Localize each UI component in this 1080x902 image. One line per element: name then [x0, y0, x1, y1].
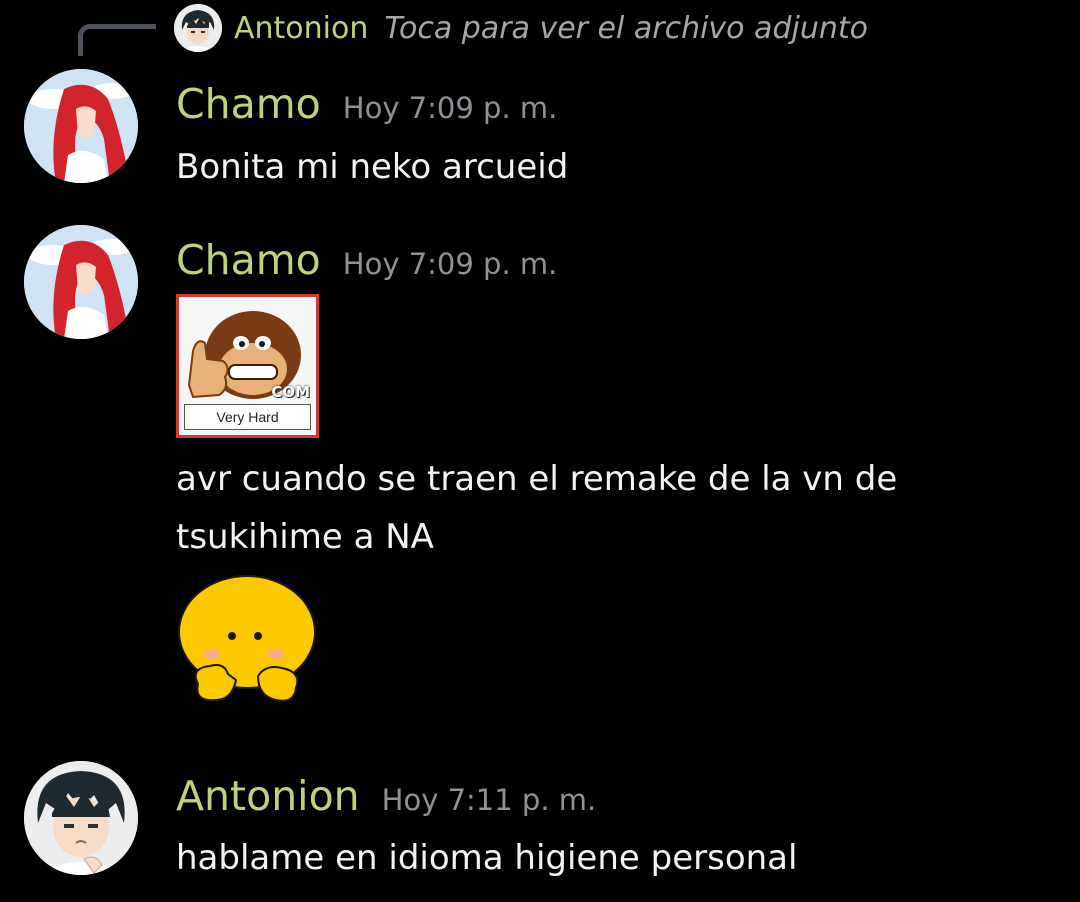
message-author[interactable]: Chamo — [176, 84, 321, 125]
message-author[interactable]: Chamo — [176, 240, 321, 281]
reply-preview-text[interactable]: Toca para ver el archivo adjunto — [384, 11, 868, 46]
donkey-kong-sticker-attachment[interactable]: COM Very Hard — [176, 294, 319, 438]
reply-author[interactable]: Antonion — [234, 11, 368, 46]
yellow-blob-shy-emoji-icon[interactable] — [172, 572, 322, 717]
reply-reference[interactable]: Antonion Toca para ver el archivo adjunt… — [174, 4, 868, 52]
message-header: Chamo Hoy 7:09 p. m. — [176, 84, 558, 126]
antonion-avatar-icon[interactable] — [24, 761, 138, 875]
sticker-caption: Very Hard — [184, 404, 311, 430]
chamo-avatar-icon[interactable] — [24, 69, 138, 183]
message-header: Antonion Hoy 7:11 p. m. — [176, 776, 597, 818]
reply-connector — [78, 24, 156, 56]
message-timestamp: Hoy 7:11 p. m. — [381, 783, 597, 817]
chat-view: Antonion Toca para ver el archivo adjunt… — [0, 0, 1080, 902]
sticker-badge: COM — [271, 383, 310, 401]
message-timestamp: Hoy 7:09 p. m. — [342, 247, 558, 281]
message-text: avr cuando se traen el remake de la vn d… — [176, 459, 898, 499]
message-timestamp: Hoy 7:09 p. m. — [342, 91, 558, 125]
message-author[interactable]: Antonion — [176, 776, 360, 817]
message-text: Bonita mi neko arcueid — [176, 147, 569, 187]
chamo-avatar-icon[interactable] — [24, 225, 138, 339]
message-text: tsukihime a NA — [176, 517, 434, 557]
message-header: Chamo Hoy 7:09 p. m. — [176, 240, 558, 282]
message-text: hablame en idioma higiene personal — [176, 838, 798, 878]
anime-boy-avatar-icon[interactable] — [174, 4, 222, 52]
